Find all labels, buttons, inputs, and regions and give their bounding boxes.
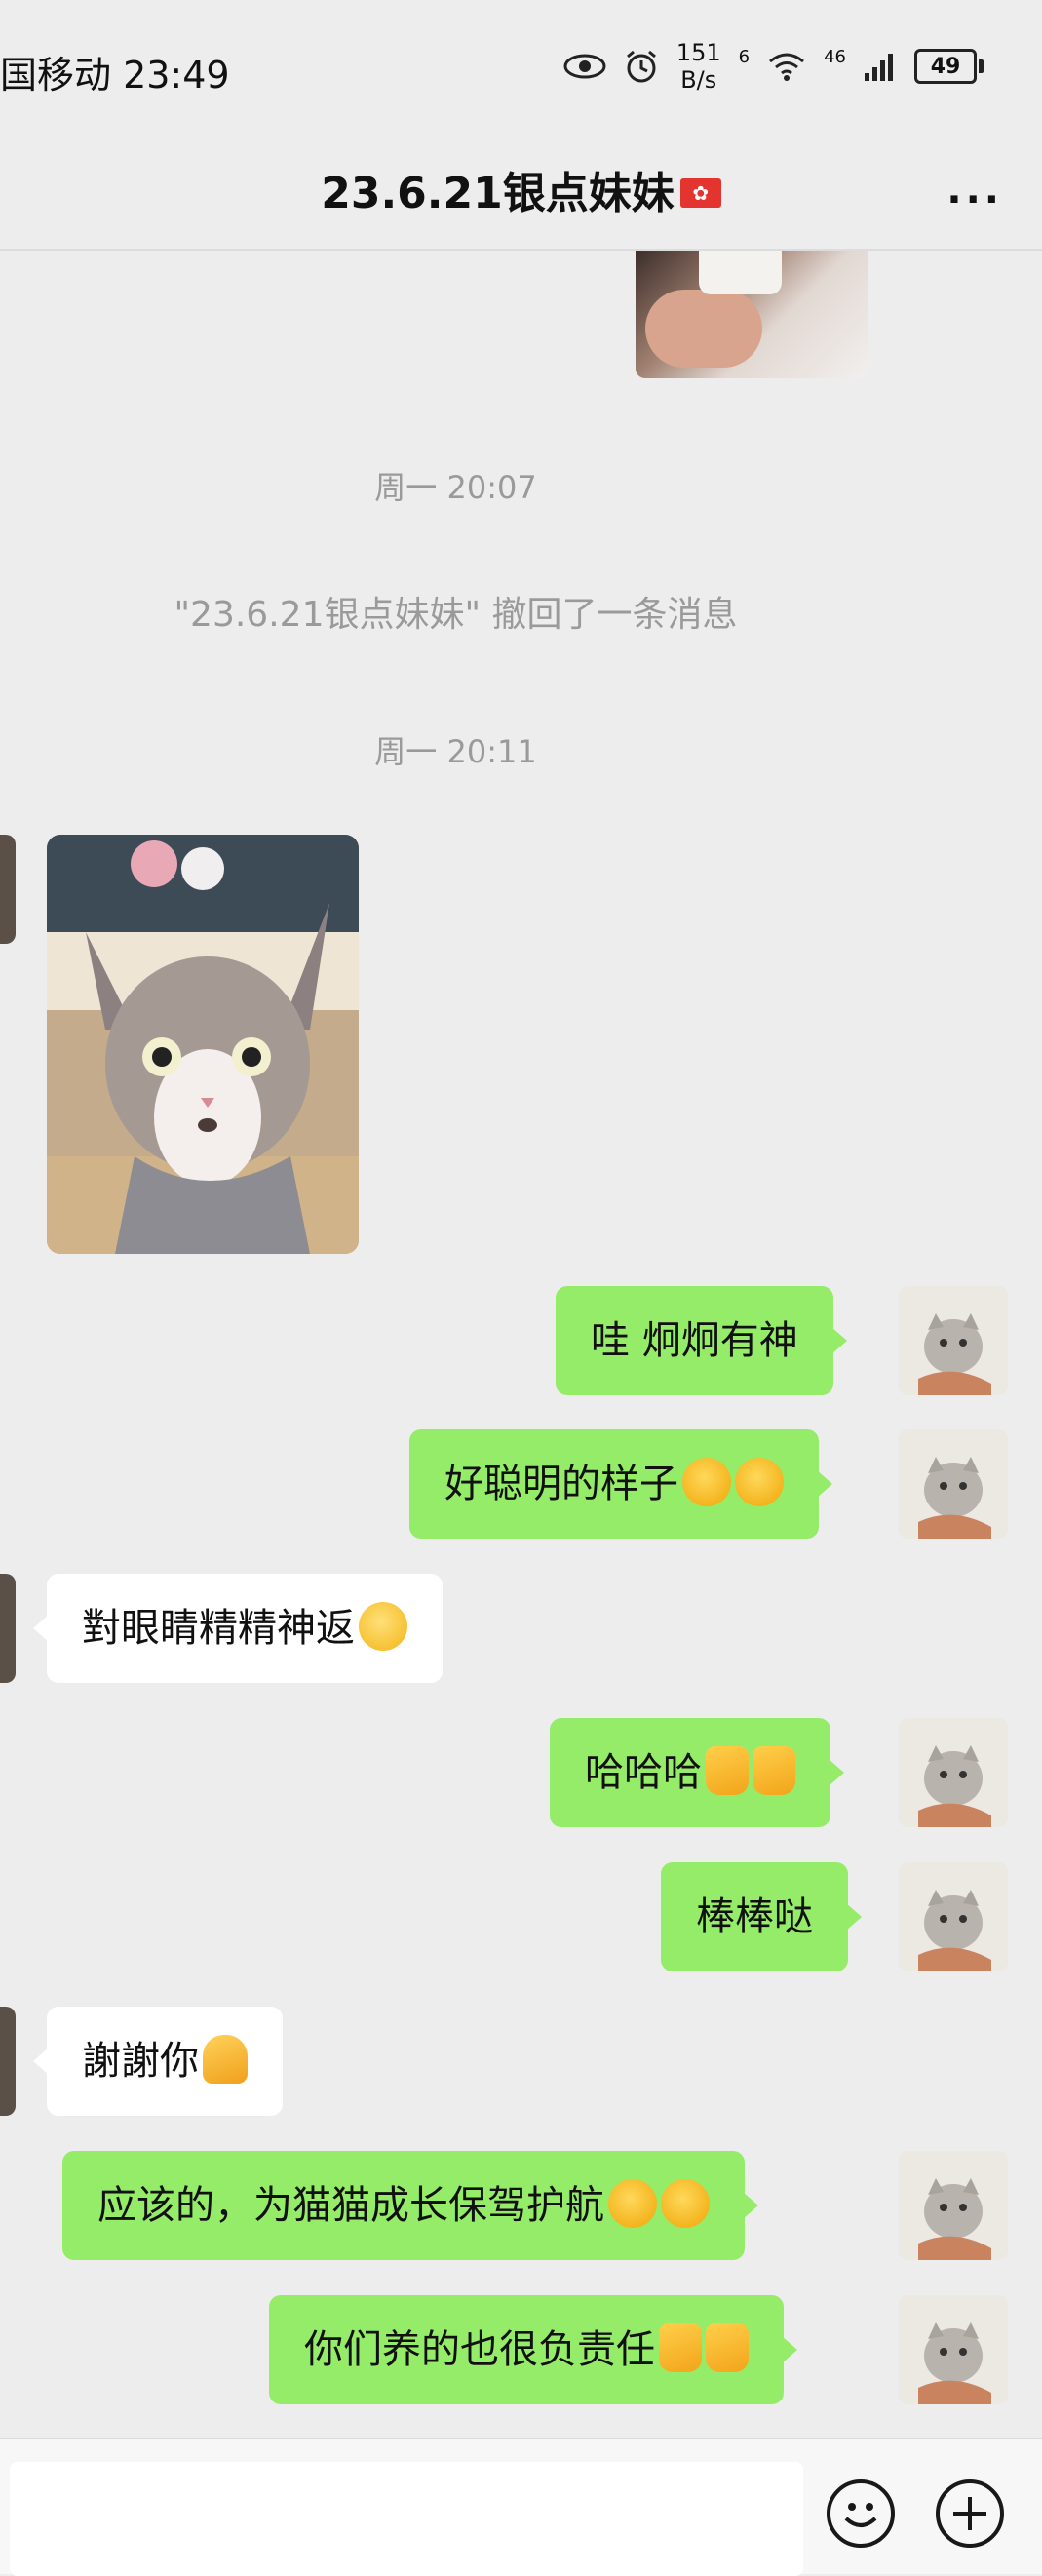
message-text: 你们养的也很负责任 [304, 2327, 655, 2372]
eye-icon [563, 54, 606, 79]
timestamp: 周一 20:11 [374, 733, 537, 770]
thinking-emoji-icon [608, 2179, 657, 2228]
message-text: 謝謝你 [82, 2039, 199, 2084]
recall-notice-text: "23.6.21银点妹妹" 撤回了一条消息 [174, 595, 738, 635]
message-bubble-self[interactable]: 你们养的也很负责任 [269, 2295, 797, 2404]
chat-header: 23.6.21银点妹妹 ✿ ··· [0, 137, 1042, 249]
header-divider [0, 249, 1042, 251]
hong-kong-flag-icon: ✿ [679, 178, 721, 208]
message-text: 应该的，为猫猫成长保驾护航 [97, 2183, 604, 2228]
thumbs-up-emoji-icon [753, 1746, 795, 1795]
self-avatar[interactable] [899, 2151, 1008, 2260]
signal-icon [865, 54, 893, 81]
message-bubble-self[interactable]: 应该的，为猫猫成长保驾护航 [62, 2151, 758, 2260]
carrier-time: 国移动 23:49 [0, 54, 230, 97]
message-text: 哈哈哈 [585, 1750, 702, 1795]
self-avatar[interactable] [899, 1718, 1008, 1827]
thinking-emoji-icon [735, 1458, 784, 1506]
message-input[interactable] [10, 2462, 803, 2576]
message-text: 棒棒哒 [696, 1894, 813, 1939]
message-bubble-self[interactable]: 棒棒哒 [661, 1862, 862, 1971]
message-bubble-self[interactable]: 哈哈哈 [550, 1718, 844, 1827]
status-bar: 国移动 23:49 151 B/s 6 46 49 [0, 0, 1042, 137]
sent-photo-partial[interactable] [636, 251, 868, 378]
chat-title: 23.6.21银点妹妹 ✿ [0, 158, 1042, 220]
timestamp: 周一 20:07 [374, 469, 537, 506]
thumbs-up-emoji-icon [706, 2323, 749, 2372]
input-bar [0, 2438, 1042, 2576]
contact-avatar[interactable] [0, 1574, 16, 1683]
battery-icon: 49 [914, 49, 984, 84]
self-avatar[interactable] [899, 1286, 1008, 1395]
contact-avatar[interactable] [0, 2007, 16, 2116]
net-speed: 151 B/s [676, 39, 721, 94]
message-bubble-self[interactable]: 哇 炯炯有神 [556, 1286, 847, 1395]
message-bubble-other[interactable]: 謝謝你 [33, 2007, 283, 2116]
message-text: 對眼睛精精神返 [82, 1606, 355, 1651]
message-bubble-other[interactable]: 對眼睛精精神返 [33, 1574, 443, 1683]
thinking-emoji-icon [682, 1458, 731, 1506]
alarm-icon [626, 50, 656, 83]
plus-icon[interactable] [936, 2479, 1004, 2548]
emoji-icon[interactable] [827, 2479, 895, 2548]
wifi-icon [769, 53, 805, 81]
received-cat-photo[interactable] [47, 835, 359, 1254]
more-options-icon[interactable]: ··· [946, 177, 1003, 222]
praying-hands-emoji-icon [203, 2035, 248, 2084]
self-avatar[interactable] [899, 1862, 1008, 1971]
wifi-label: 6 [738, 46, 751, 67]
message-text: 好聪明的样子 [444, 1462, 678, 1506]
message-text: 哇 炯炯有神 [591, 1318, 798, 1363]
self-avatar[interactable] [899, 2295, 1008, 2404]
thinking-emoji-icon [661, 2179, 710, 2228]
message-bubble-self[interactable]: 好聪明的样子 [409, 1429, 832, 1539]
grimacing-emoji-icon [359, 1602, 407, 1651]
recall-notice: "23.6.21银点妹妹" 撤回了一条消息 [0, 586, 911, 637]
self-avatar[interactable] [899, 1429, 1008, 1539]
battery-level: 49 [914, 49, 977, 84]
net-speed-value: 151 [675, 39, 721, 66]
thumbs-up-emoji-icon [659, 2323, 702, 2372]
contact-avatar[interactable] [0, 835, 16, 944]
cat-illustration [47, 835, 359, 1254]
thumbs-up-emoji-icon [706, 1746, 749, 1795]
signal-label: 46 [824, 46, 846, 67]
status-icons: 151 B/s 6 46 49 [563, 39, 984, 94]
net-speed-unit: B/s [680, 66, 717, 94]
chat-title-text: 23.6.21银点妹妹 [321, 169, 675, 218]
